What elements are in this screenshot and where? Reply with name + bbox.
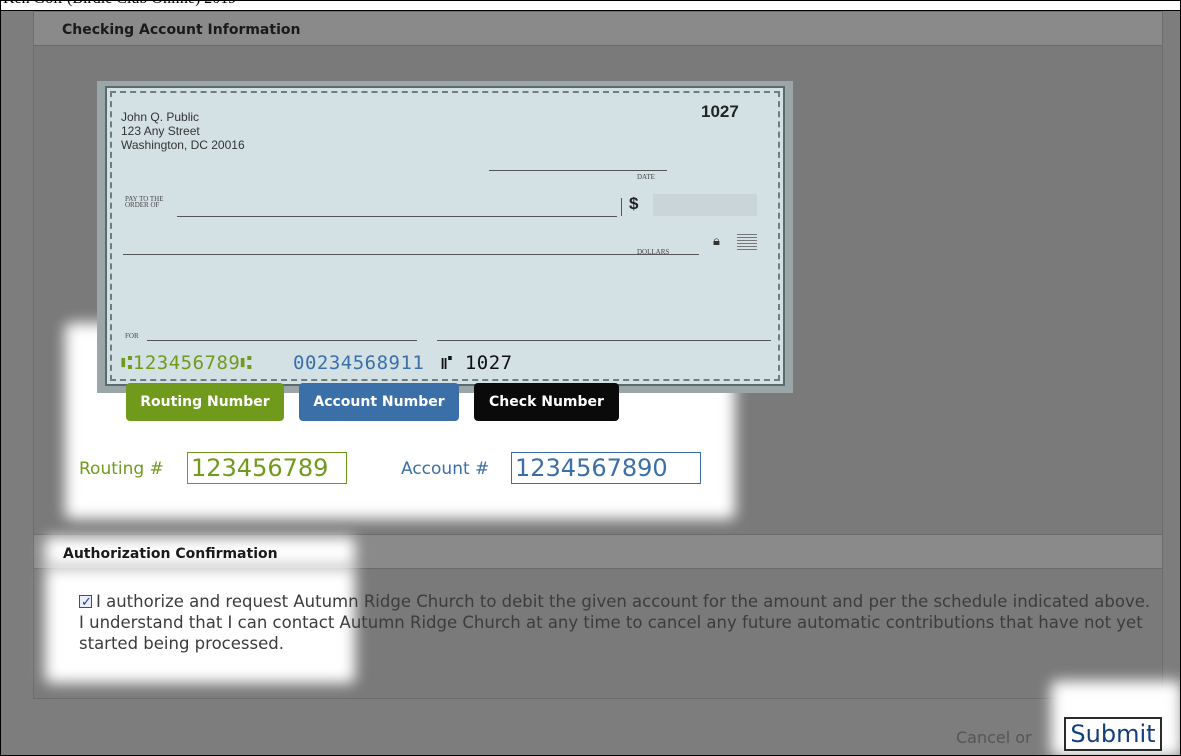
checking-section-header: Checking Account Information [34,12,1162,46]
top-strip: Ken Golf (Birdie Club Online) 2019 [1,1,1180,11]
routing-number-badge: Routing Number [126,383,284,421]
security-text-icon [737,234,757,250]
check-city: Washington, DC 20016 [121,138,245,152]
memo-label: FOR [125,332,139,340]
date-label: DATE [637,173,655,181]
checkmark-icon: ✓ [81,595,92,610]
authorization-text: I authorize and request Autumn Ridge Chu… [79,592,1151,653]
check-image: John Q. Public 123 Any Street Washington… [105,86,785,386]
check-number: 1027 [701,102,739,121]
payee-line-end [621,198,622,216]
micr-account: 00234568911 [293,352,425,374]
submit-button[interactable]: Submit [1064,717,1162,751]
account-number-badge: Account Number [299,383,459,421]
authorization-text-block: ✓ I authorize and request Autumn Ridge Ch… [79,591,1159,654]
checking-section-title: Checking Account Information [62,22,301,38]
account-input[interactable]: 1234567890 [511,452,701,484]
dollars-line [123,254,699,255]
cancel-link[interactable]: Cancel [956,728,1010,747]
lock-icon: 🔒︎ [713,233,720,248]
authorize-checkbox[interactable]: ✓ [79,595,92,610]
payee-line [177,216,617,217]
account-label: Account # [401,459,490,479]
check-name: John Q. Public [121,110,200,124]
amount-box [653,194,757,216]
micr-check: ⑈ 1027 [441,352,513,374]
dollar-sign: $ [629,194,639,213]
check-street: 123 Any Street [121,124,200,138]
memo-line [147,340,417,341]
screenshot-frame: Ken Golf (Birdie Club Online) 2019 Check… [0,0,1181,756]
pay-to-label: PAY TO THE ORDER OF [125,195,164,209]
auth-section-title: Authorization Confirmation [63,546,278,562]
check-border [110,91,780,381]
signature-line [437,340,771,341]
routing-label: Routing # [79,459,164,479]
or-label: or [1015,728,1032,747]
cancel-wrapper: Cancel or [956,728,1032,747]
date-line [489,170,667,171]
top-caption: Ken Golf (Birdie Club Online) 2019 [3,1,236,8]
check-number-badge: Check Number [474,383,619,421]
micr-routing: ⑆123456789⑆ [121,352,253,374]
dollars-label: DOLLARS [637,248,670,256]
routing-input[interactable]: 123456789 [187,452,347,484]
